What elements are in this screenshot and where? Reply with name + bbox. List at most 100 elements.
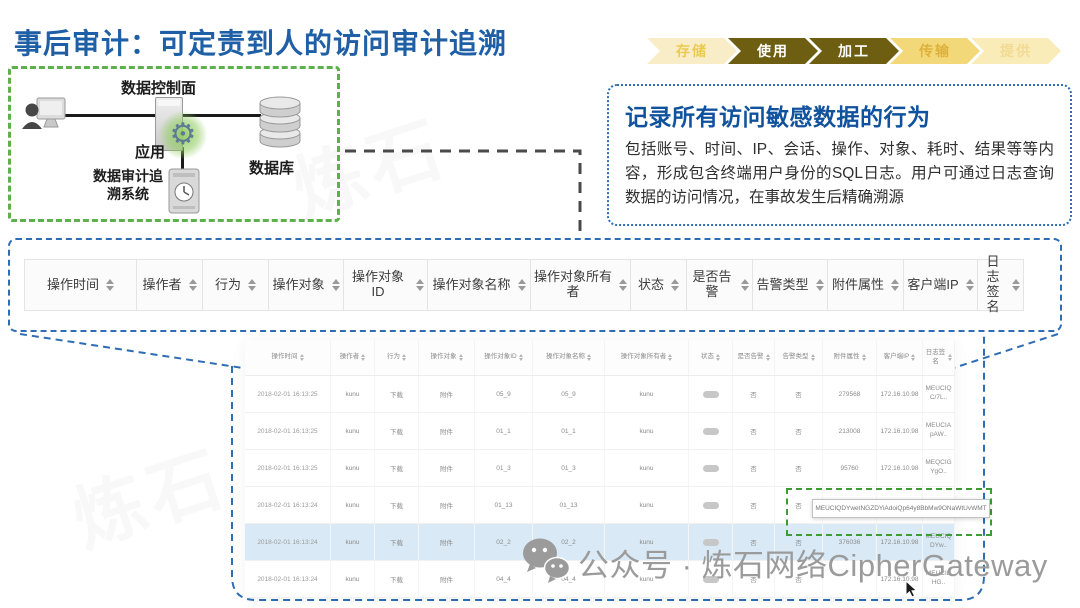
column-header[interactable]: 是否告警: [733, 340, 775, 375]
sort-icon[interactable]: [332, 279, 340, 291]
sort-icon[interactable]: [248, 279, 256, 291]
sort-icon[interactable]: [966, 279, 974, 291]
cell-signature: MEUCIApAW..: [923, 413, 955, 449]
cell-actor: kunu: [331, 450, 375, 486]
status-pill-icon: [703, 428, 719, 435]
column-header[interactable]: 操作对象名称: [427, 259, 531, 311]
cell-alarm: 否: [733, 487, 775, 523]
column-header[interactable]: 状态: [630, 259, 687, 311]
cell-object: 附件: [419, 413, 475, 449]
sort-icon[interactable]: [459, 354, 463, 361]
table-row[interactable]: 2018-02-01 16:13:25 kunu 下载 附件 01_1 01_1…: [245, 413, 955, 450]
column-header[interactable]: 是否告警: [686, 259, 753, 311]
sort-icon[interactable]: [361, 354, 365, 361]
status-pill-icon: [703, 502, 719, 509]
column-header[interactable]: 行为: [375, 340, 419, 375]
sort-icon[interactable]: [741, 279, 749, 291]
pipeline-stage[interactable]: 使用: [728, 38, 818, 64]
cell-time: 2018-02-01 16:13:24: [245, 524, 331, 560]
pipeline-stage[interactable]: 存储: [647, 38, 737, 64]
sort-icon[interactable]: [106, 279, 114, 291]
sort-icon[interactable]: [911, 354, 915, 361]
cell-status: [689, 450, 733, 486]
column-header[interactable]: 操作对象所有者: [605, 340, 689, 375]
cell-time: 2018-02-01 16:13:25: [245, 450, 331, 486]
sort-icon[interactable]: [619, 279, 627, 291]
column-header[interactable]: 附件属性: [823, 340, 877, 375]
cell-action: 下载: [375, 376, 419, 412]
column-header[interactable]: 操作对象: [268, 259, 344, 311]
cell-action: 下载: [375, 487, 419, 523]
cell-client-ip: 172.16.10.98: [877, 450, 923, 486]
column-header-label: 客户端IP: [884, 353, 910, 361]
column-header-label: 告警类型: [756, 278, 808, 293]
column-header[interactable]: 操作对象ID: [343, 259, 428, 311]
column-header[interactable]: 附件属性: [827, 259, 904, 311]
cell-owner: kunu: [605, 413, 689, 449]
column-header[interactable]: 操作对象: [419, 340, 475, 375]
cell-attachment: 213008: [823, 413, 877, 449]
column-header[interactable]: 操作时间: [24, 259, 137, 311]
column-header-label: 状态: [701, 353, 714, 361]
sort-icon[interactable]: [519, 354, 523, 361]
column-header-label: 操作对象名称: [546, 353, 585, 361]
cell-status: [689, 413, 733, 449]
column-header-label: 客户端IP: [907, 278, 958, 293]
sort-icon[interactable]: [402, 354, 406, 361]
cell-alarm-type: 否: [775, 376, 823, 412]
cell-object: 附件: [419, 487, 475, 523]
cell-object: 附件: [419, 524, 475, 560]
log-table-header: 操作时间 操作者 行为 操作对象: [245, 340, 955, 376]
sort-icon[interactable]: [948, 354, 952, 361]
cell-object-id: 01_13: [475, 487, 533, 523]
cell-object-name: 01_3: [533, 450, 605, 486]
pipeline-stage[interactable]: 传输: [890, 38, 980, 64]
sort-icon[interactable]: [811, 354, 815, 361]
sort-icon[interactable]: [766, 354, 770, 361]
callout-title: 记录所有访问敏感数据的行为: [625, 98, 1054, 132]
column-header-label: 行为: [215, 278, 241, 293]
column-header[interactable]: 操作对象所有者: [530, 259, 631, 311]
cell-action: 下载: [375, 561, 419, 597]
sort-icon[interactable]: [300, 354, 304, 361]
column-header[interactable]: 操作者: [136, 259, 203, 311]
sort-icon[interactable]: [668, 354, 672, 361]
column-header[interactable]: 状态: [689, 340, 733, 375]
sort-icon[interactable]: [716, 354, 720, 361]
column-header[interactable]: 操作者: [331, 340, 375, 375]
column-header[interactable]: 告警类型: [775, 340, 823, 375]
sort-icon[interactable]: [891, 279, 899, 291]
cell-time: 2018-02-01 16:13:24: [245, 487, 331, 523]
cell-object-name: 05_9: [533, 376, 605, 412]
pipeline-stage[interactable]: 加工: [809, 38, 899, 64]
column-header[interactable]: 操作对象ID: [475, 340, 533, 375]
cell-client-ip: 172.16.10.98: [877, 376, 923, 412]
page-title: 事后审计：可定责到人的访问审计追溯: [14, 22, 507, 62]
sort-icon[interactable]: [1012, 279, 1020, 291]
sort-icon[interactable]: [587, 354, 591, 361]
cell-time: 2018-02-01 16:13:25: [245, 376, 331, 412]
column-header[interactable]: 日志签名: [923, 340, 955, 375]
column-header[interactable]: 操作时间: [245, 340, 331, 375]
cell-owner: kunu: [605, 450, 689, 486]
table-row[interactable]: 2018-02-01 16:13:25 kunu 下载 附件 01_3 01_3…: [245, 450, 955, 487]
pipeline-stage[interactable]: 提供: [971, 38, 1061, 64]
column-header[interactable]: 行为: [202, 259, 269, 311]
column-header[interactable]: 告警类型: [752, 259, 828, 311]
column-header[interactable]: 操作对象名称: [533, 340, 605, 375]
sort-icon[interactable]: [416, 279, 424, 291]
table-row[interactable]: 2018-02-01 16:13:25 kunu 下载 附件 05_9 05_9…: [245, 376, 955, 413]
cell-action: 下载: [375, 450, 419, 486]
sort-icon[interactable]: [518, 279, 526, 291]
cell-alarm: 否: [733, 376, 775, 412]
sort-icon[interactable]: [816, 279, 824, 291]
sort-icon[interactable]: [671, 279, 679, 291]
cell-time: 2018-02-01 16:13:25: [245, 413, 331, 449]
sort-icon[interactable]: [189, 279, 197, 291]
column-header-label: 操作对象所有者: [621, 353, 667, 361]
column-header-label: 状态: [638, 278, 664, 293]
sort-icon[interactable]: [862, 354, 866, 361]
column-header[interactable]: 客户端IP: [903, 259, 978, 311]
column-header[interactable]: 日志签名: [977, 259, 1024, 311]
column-header[interactable]: 客户端IP: [877, 340, 923, 375]
